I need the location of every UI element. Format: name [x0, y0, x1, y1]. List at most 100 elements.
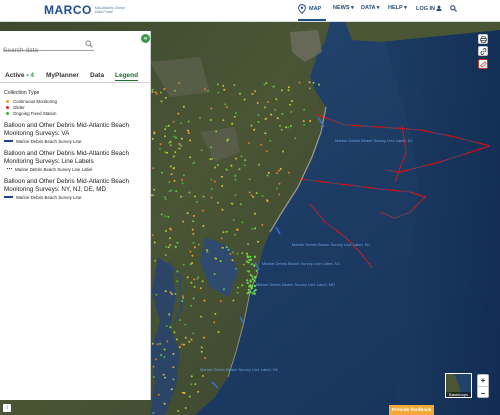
- station-marker[interactable]: [210, 187, 213, 190]
- station-marker[interactable]: [168, 181, 171, 183]
- station-marker[interactable]: [184, 336, 187, 339]
- station-marker[interactable]: [261, 224, 264, 226]
- station-marker[interactable]: [289, 124, 292, 127]
- station-marker[interactable]: [199, 116, 201, 119]
- station-marker[interactable]: [190, 375, 193, 378]
- station-marker[interactable]: [186, 276, 189, 279]
- station-marker[interactable]: [250, 263, 253, 266]
- station-marker[interactable]: [290, 110, 293, 113]
- station-marker[interactable]: [159, 143, 162, 146]
- station-marker[interactable]: [164, 151, 167, 154]
- station-marker[interactable]: [287, 126, 290, 129]
- station-marker[interactable]: [246, 252, 248, 255]
- station-marker[interactable]: [160, 213, 163, 216]
- station-marker[interactable]: [241, 221, 244, 224]
- station-marker[interactable]: [232, 251, 235, 254]
- station-marker[interactable]: [204, 88, 207, 91]
- station-marker[interactable]: [210, 107, 213, 110]
- station-marker[interactable]: [165, 151, 168, 154]
- station-marker[interactable]: [164, 376, 167, 379]
- station-marker[interactable]: [190, 281, 193, 284]
- station-marker[interactable]: [219, 300, 222, 302]
- station-marker[interactable]: [202, 195, 205, 198]
- station-marker[interactable]: [318, 83, 320, 86]
- station-marker[interactable]: [260, 143, 263, 146]
- station-marker[interactable]: [298, 81, 301, 84]
- station-marker[interactable]: [226, 139, 229, 142]
- station-marker[interactable]: [175, 338, 178, 341]
- station-marker[interactable]: [241, 284, 244, 287]
- station-marker[interactable]: [236, 252, 239, 255]
- station-marker[interactable]: [200, 315, 203, 318]
- station-marker[interactable]: [190, 304, 193, 307]
- station-marker[interactable]: [203, 336, 205, 339]
- station-marker[interactable]: [174, 246, 177, 249]
- station-marker[interactable]: [279, 167, 282, 170]
- station-marker[interactable]: [233, 115, 236, 118]
- station-marker[interactable]: [160, 354, 163, 357]
- station-marker[interactable]: [222, 288, 225, 291]
- station-marker[interactable]: [231, 122, 234, 125]
- station-marker[interactable]: [261, 194, 264, 197]
- station-marker[interactable]: [235, 157, 238, 160]
- station-marker[interactable]: [177, 112, 180, 115]
- station-marker[interactable]: [266, 199, 269, 202]
- station-marker[interactable]: [184, 407, 187, 409]
- station-marker[interactable]: [221, 185, 224, 187]
- station-marker[interactable]: [175, 190, 178, 193]
- station-marker[interactable]: [169, 165, 172, 168]
- station-marker[interactable]: [173, 135, 176, 138]
- station-marker[interactable]: [155, 92, 158, 95]
- station-marker[interactable]: [250, 124, 253, 127]
- station-marker[interactable]: [199, 287, 202, 290]
- station-marker[interactable]: [167, 124, 170, 127]
- station-marker[interactable]: [278, 193, 281, 196]
- station-marker[interactable]: [265, 117, 268, 120]
- station-marker[interactable]: [202, 375, 205, 377]
- nav-login-link[interactable]: LOG IN: [416, 5, 442, 12]
- station-marker[interactable]: [246, 281, 249, 285]
- station-marker[interactable]: [174, 292, 177, 295]
- station-marker[interactable]: [152, 167, 155, 170]
- station-marker[interactable]: [251, 278, 254, 281]
- station-marker[interactable]: [153, 188, 156, 191]
- station-marker[interactable]: [233, 84, 236, 87]
- station-marker[interactable]: [220, 237, 223, 240]
- station-marker[interactable]: [192, 161, 195, 164]
- station-marker[interactable]: [166, 340, 169, 343]
- tab-data[interactable]: Data: [90, 72, 104, 79]
- station-marker[interactable]: [189, 250, 192, 253]
- station-marker[interactable]: [182, 174, 185, 177]
- station-marker[interactable]: [263, 83, 266, 86]
- station-marker[interactable]: [187, 120, 190, 123]
- station-marker[interactable]: [169, 237, 172, 240]
- station-marker[interactable]: [178, 143, 181, 145]
- nav-map-link[interactable]: MAP: [298, 4, 321, 14]
- basemap-switcher[interactable]: Basemaps: [445, 373, 472, 398]
- station-marker[interactable]: [213, 321, 216, 324]
- station-marker[interactable]: [281, 112, 284, 115]
- station-marker[interactable]: [234, 267, 237, 270]
- station-marker[interactable]: [229, 253, 232, 255]
- station-marker[interactable]: [202, 225, 205, 227]
- station-marker[interactable]: [192, 332, 195, 335]
- station-marker[interactable]: [189, 156, 192, 159]
- station-marker[interactable]: [151, 88, 154, 91]
- provide-feedback-button[interactable]: Provide feedback: [389, 405, 434, 415]
- station-marker[interactable]: [216, 164, 219, 167]
- station-marker[interactable]: [253, 290, 256, 293]
- station-marker[interactable]: [165, 325, 168, 327]
- station-marker[interactable]: [178, 147, 181, 150]
- station-marker[interactable]: [308, 87, 311, 90]
- station-marker[interactable]: [303, 108, 306, 111]
- station-marker[interactable]: [252, 195, 255, 198]
- station-marker[interactable]: [232, 219, 235, 222]
- station-marker[interactable]: [291, 100, 294, 103]
- station-marker[interactable]: [266, 174, 269, 177]
- station-marker[interactable]: [246, 279, 249, 282]
- station-marker[interactable]: [243, 263, 245, 266]
- station-marker[interactable]: [173, 89, 176, 92]
- station-marker[interactable]: [287, 89, 290, 92]
- station-marker[interactable]: [288, 171, 290, 174]
- station-marker[interactable]: [165, 245, 168, 248]
